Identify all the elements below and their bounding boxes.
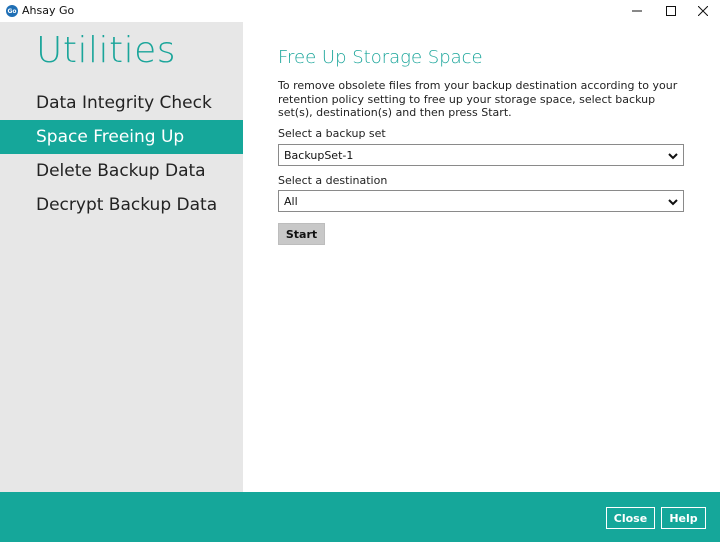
window-title: Ahsay Go [22,4,75,17]
maximize-button[interactable] [654,0,688,22]
backup-set-value: BackupSet-1 [284,148,354,162]
sidebar-item-label: Space Freeing Up [36,127,185,147]
title-bar: Go Ahsay Go [0,0,720,22]
sidebar-item-label: Delete Backup Data [36,161,206,181]
destination-select[interactable]: All [278,190,684,212]
app-logo-icon: Go [6,5,18,17]
close-window-button[interactable] [686,0,720,22]
main-panel: Free Up Storage Space To remove obsolete… [243,22,720,492]
destination-label: Select a destination [278,174,388,187]
sidebar-item-delete-backup-data[interactable]: Delete Backup Data [0,154,243,188]
backup-set-label: Select a backup set [278,127,386,140]
description-text: To remove obsolete files from your backu… [278,79,678,119]
minimize-icon [632,10,642,12]
sidebar-item-decrypt-backup-data[interactable]: Decrypt Backup Data [0,188,243,222]
backup-set-select[interactable]: BackupSet-1 [278,144,684,166]
destination-value: All [284,194,298,208]
sidebar-title: Utilities [36,30,176,71]
sidebar-item-label: Decrypt Backup Data [36,195,218,215]
sidebar: Utilities Data Integrity Check Space Fre… [0,22,243,492]
sidebar-item-label: Data Integrity Check [36,93,212,113]
close-button[interactable]: Close [606,507,655,529]
chevron-down-icon [668,199,678,206]
help-button[interactable]: Help [661,507,706,529]
sidebar-item-data-integrity-check[interactable]: Data Integrity Check [0,86,243,120]
maximize-icon [666,6,676,16]
page-title: Free Up Storage Space [278,47,483,68]
start-button[interactable]: Start [278,223,325,245]
sidebar-item-space-freeing-up[interactable]: Space Freeing Up [0,120,243,154]
close-icon [698,6,708,16]
footer-bar: Close Help [0,492,720,542]
minimize-button[interactable] [620,0,654,22]
chevron-down-icon [668,153,678,160]
